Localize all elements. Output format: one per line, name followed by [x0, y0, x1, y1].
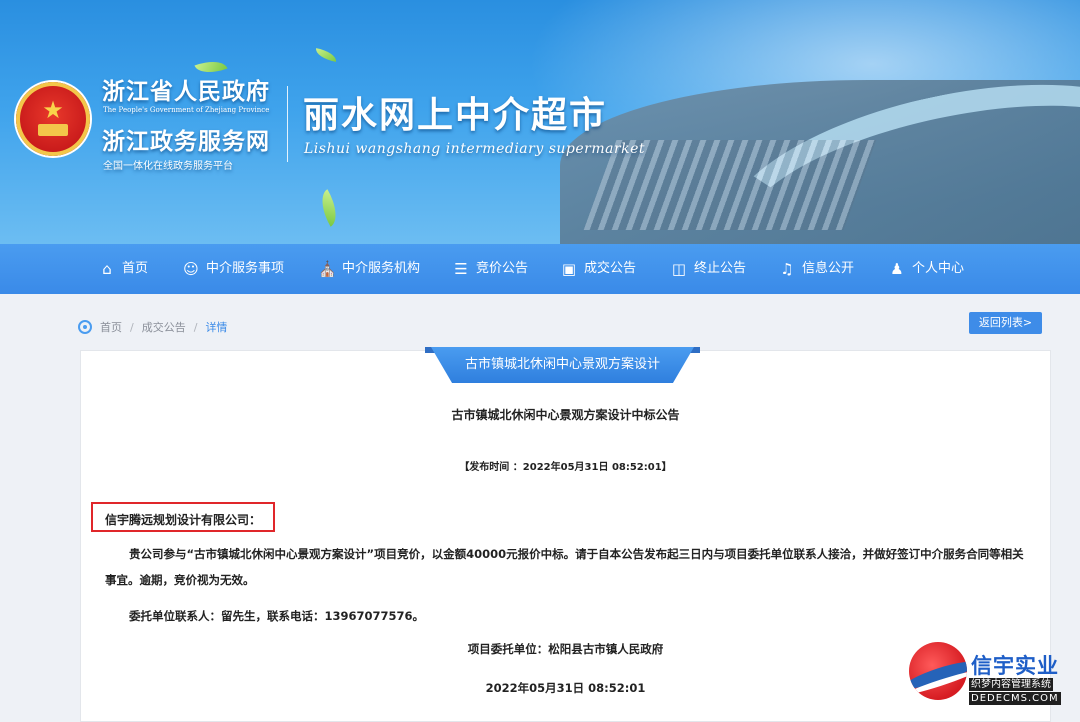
service-subtitle: 全国一体化在线政务服务平台 — [103, 161, 233, 172]
watermark-name: 信宇实业 — [971, 654, 1059, 678]
cart-icon: ☰ — [454, 260, 468, 278]
institution-icon: ⛪ — [318, 260, 337, 278]
nav-item-info[interactable]: ♫ 信息公开 — [778, 244, 854, 294]
notice-title: 古市镇城北休闲中心景观方案设计中标公告 — [451, 408, 680, 422]
leaf-decoration — [314, 48, 338, 62]
notice-paragraph-contact: 委托单位联系人：留先生，联系电话：13967077576。 — [129, 609, 425, 623]
globe-logo-icon — [909, 642, 967, 700]
nav-label: 个人中心 — [912, 261, 965, 276]
bell-icon: ♫ — [780, 260, 794, 278]
site-title-en: Lishui wangshang intermediary supermarke… — [304, 141, 646, 157]
back-to-list-button[interactable]: 返回列表> — [969, 312, 1042, 334]
nav-label: 首页 — [122, 261, 149, 276]
site-title: 丽水网上中介超市 — [303, 94, 608, 136]
breadcrumb: 首页 / 成交公告 / 详情 — [78, 318, 227, 336]
header-banner: ★ 浙江省人民政府 The People's Government of Zhe… — [0, 0, 1080, 244]
nav-item-institutions[interactable]: ⛪ 中介服务机构 — [318, 244, 420, 294]
nav-item-service-items[interactable]: ☺ 中介服务事项 — [182, 244, 284, 294]
publish-time: 【发布时间 ：2022年05月31日 08:52:01】 — [459, 462, 672, 473]
briefcase-icon: ▣ — [561, 260, 577, 278]
national-emblem-icon: ★ — [16, 82, 90, 156]
nav-label: 成交公告 — [584, 261, 637, 276]
gov-name-en: The People's Government of Zhejiang Prov… — [103, 106, 270, 114]
nav-item-personal[interactable]: ♟ 个人中心 — [888, 244, 964, 294]
leaf-decoration — [313, 189, 345, 227]
breadcrumb-current: 详情 — [205, 321, 228, 334]
home-icon: ⌂ — [102, 260, 112, 278]
watermark-url: DEDECMS.COM — [969, 692, 1061, 705]
gov-name: 浙江省人民政府 — [102, 78, 270, 105]
notice-paragraph-award: 贵公司参与“古市镇城北休闲中心景观方案设计”项目竞价，以金额40000元报价中标… — [105, 547, 1024, 587]
addressee: 信宇腾远规划设计有限公司： — [105, 513, 262, 527]
breadcrumb-deals[interactable]: 成交公告 — [142, 319, 186, 335]
trash-icon: ◫ — [671, 260, 687, 278]
header-divider — [287, 86, 288, 162]
breadcrumb-separator: / — [130, 320, 134, 334]
nav-item-home[interactable]: ⌂ 首页 — [98, 244, 148, 294]
nav-label: 中介服务机构 — [342, 261, 421, 276]
service-name: 浙江政务服务网 — [102, 128, 270, 155]
main-nav: ⌂ 首页 ☺ 中介服务事项 ⛪ 中介服务机构 ☰ 竞价公告 ▣ 成交公告 ◫ 终… — [0, 244, 1080, 294]
nav-label: 信息公开 — [802, 261, 855, 276]
watermark-sub: 织梦内容管理系统 — [969, 678, 1053, 691]
nav-label: 中介服务事项 — [206, 261, 285, 276]
person-icon: ♟ — [890, 260, 904, 278]
nav-label: 竞价公告 — [476, 261, 529, 276]
notice-tab-title: 古市镇城北休闲中心景观方案设计 — [431, 347, 694, 383]
nav-label: 终止公告 — [694, 261, 747, 276]
breadcrumb-separator: / — [193, 320, 198, 334]
nav-item-bidding[interactable]: ☰ 竞价公告 — [452, 244, 528, 294]
user-service-icon: ☺ — [183, 260, 199, 278]
nav-item-deals[interactable]: ▣ 成交公告 — [560, 244, 636, 294]
watermark-logo: 信宇实业 织梦内容管理系统 DEDECMS.COM — [905, 640, 1075, 710]
nav-item-termination[interactable]: ◫ 终止公告 — [670, 244, 746, 294]
breadcrumb-home[interactable]: 首页 — [100, 319, 122, 335]
location-icon — [78, 320, 92, 334]
